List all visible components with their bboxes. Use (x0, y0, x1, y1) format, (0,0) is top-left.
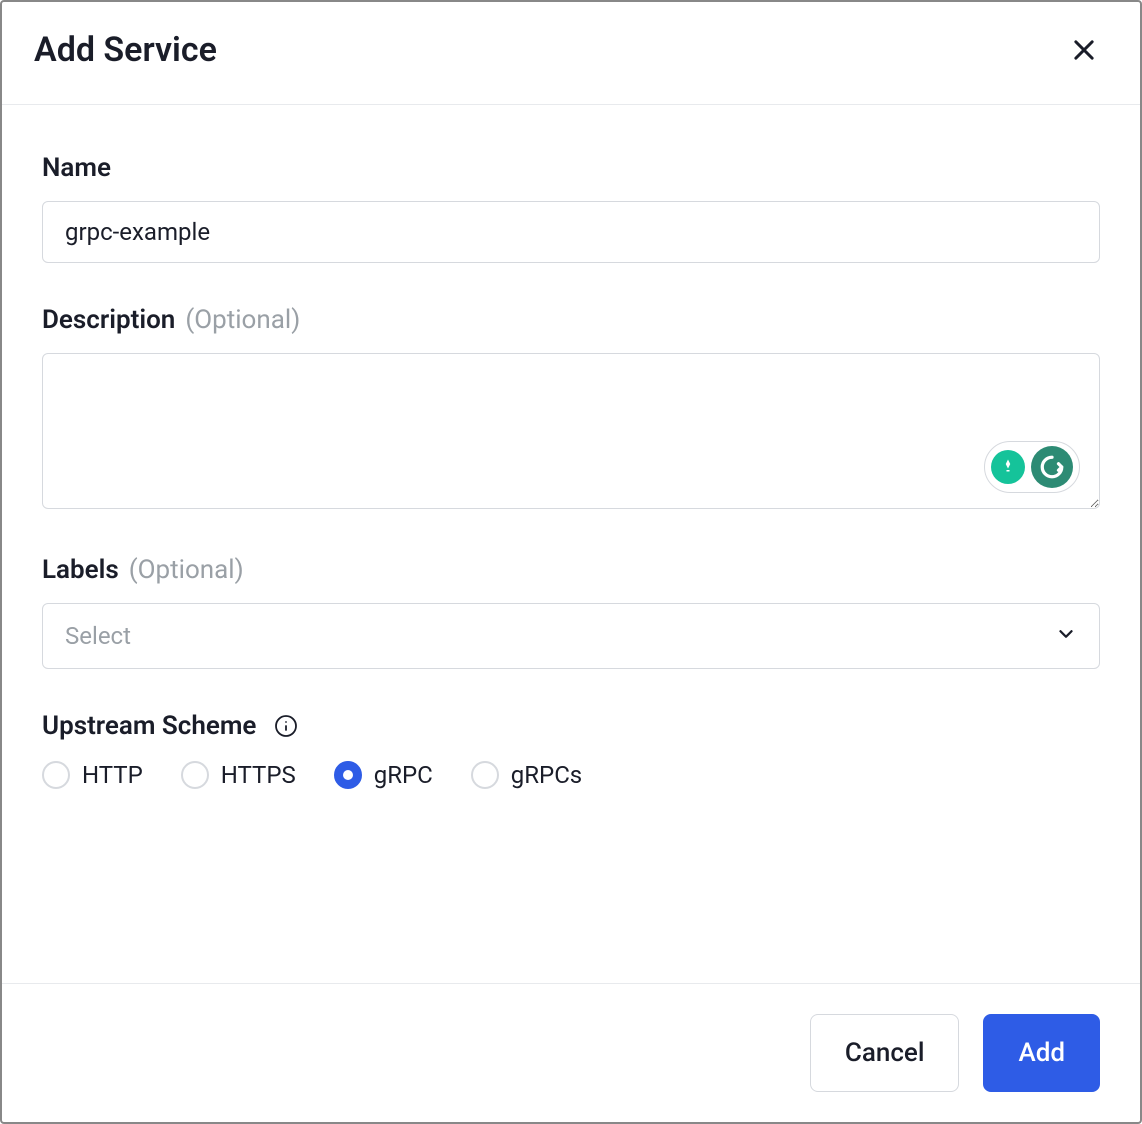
close-icon (1070, 36, 1098, 64)
radio-grpc[interactable]: gRPC (334, 761, 433, 789)
description-input[interactable] (42, 353, 1100, 509)
name-label: Name (42, 153, 1100, 183)
upstream-scheme-field-group: Upstream Scheme HTTP HTTPS gRPC gRPCs (42, 711, 1100, 789)
labels-select[interactable]: Select (42, 603, 1100, 669)
radio-label: HTTPS (221, 761, 296, 789)
modal-body: Name Description (Optional) Labels (Opti… (2, 105, 1140, 983)
modal-footer: Cancel Add (2, 983, 1140, 1122)
description-label-text: Description (42, 305, 175, 335)
modal-header: Add Service (2, 2, 1140, 105)
grammarly-g-icon (1031, 446, 1073, 488)
radio-circle (471, 761, 499, 789)
labels-label-text: Labels (42, 555, 119, 585)
grammarly-widget[interactable] (984, 441, 1080, 493)
radio-circle-selected (334, 761, 362, 789)
description-optional-tag: (Optional) (185, 305, 300, 335)
grammarly-bulb-icon (991, 450, 1025, 484)
close-button[interactable] (1066, 32, 1102, 68)
radio-circle (181, 761, 209, 789)
radio-label: gRPCs (511, 761, 582, 789)
labels-field-group: Labels (Optional) Select (42, 555, 1100, 669)
radio-grpcs[interactable]: gRPCs (471, 761, 582, 789)
modal-title: Add Service (34, 30, 217, 70)
radio-circle (42, 761, 70, 789)
description-textarea-wrapper (42, 353, 1100, 513)
upstream-scheme-radio-group: HTTP HTTPS gRPC gRPCs (42, 761, 1100, 789)
cancel-button[interactable]: Cancel (810, 1014, 960, 1092)
chevron-down-icon (1055, 623, 1077, 649)
info-icon[interactable] (274, 714, 298, 738)
radio-http[interactable]: HTTP (42, 761, 143, 789)
upstream-scheme-label: Upstream Scheme (42, 711, 1100, 741)
name-input[interactable] (42, 201, 1100, 263)
description-field-group: Description (Optional) (42, 305, 1100, 513)
description-label: Description (Optional) (42, 305, 1100, 335)
upstream-scheme-label-text: Upstream Scheme (42, 711, 256, 741)
radio-https[interactable]: HTTPS (181, 761, 296, 789)
name-field-group: Name (42, 153, 1100, 263)
labels-label: Labels (Optional) (42, 555, 1100, 585)
labels-select-placeholder: Select (65, 622, 131, 650)
labels-optional-tag: (Optional) (129, 555, 244, 585)
add-button[interactable]: Add (983, 1014, 1100, 1092)
radio-label: HTTP (82, 761, 143, 789)
radio-label: gRPC (374, 761, 433, 789)
